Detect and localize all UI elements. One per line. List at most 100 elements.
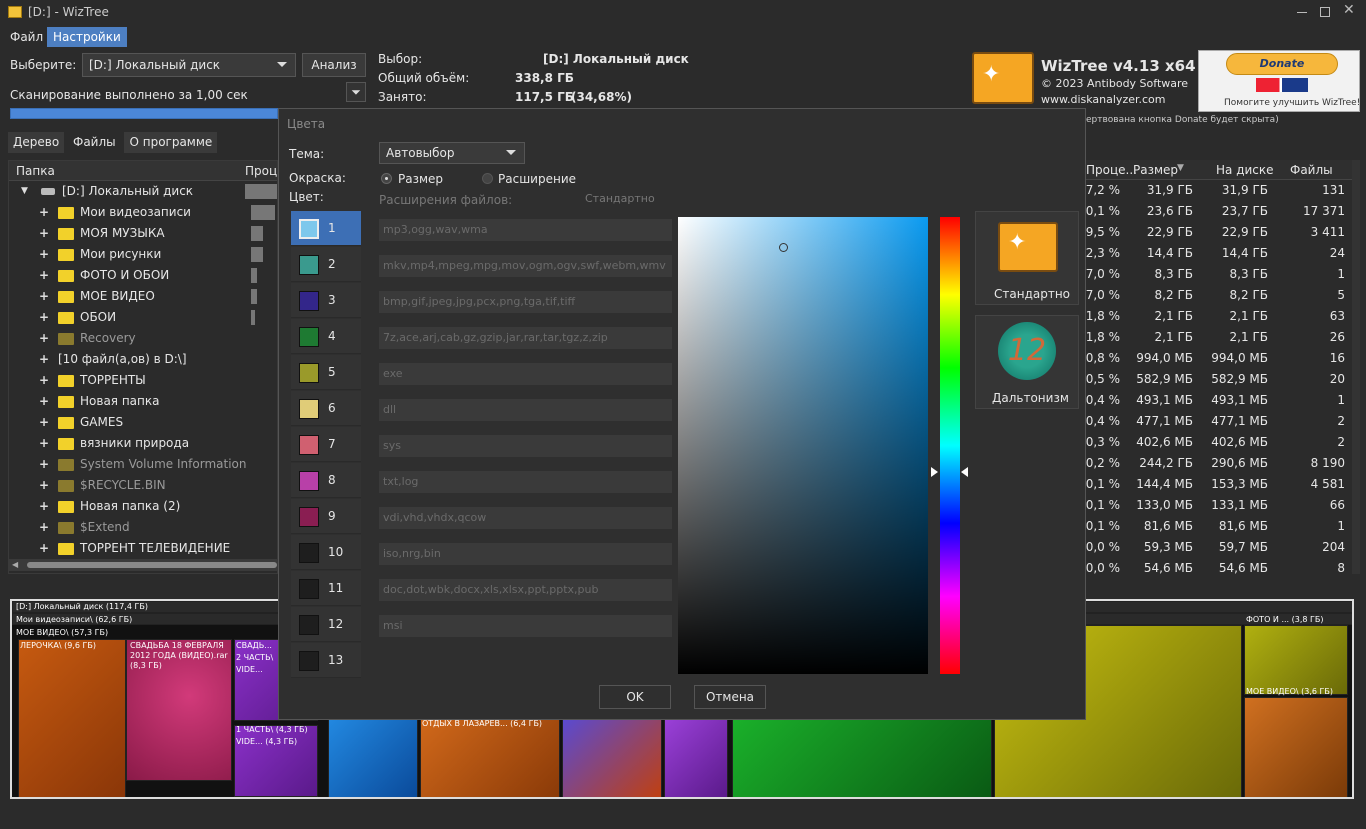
color-swatch-row[interactable]: 12: [291, 607, 361, 642]
expand-icon[interactable]: +: [39, 286, 49, 307]
table-row[interactable]: 0,5 % 582,9 МБ 582,9 МБ 20: [1076, 369, 1360, 390]
color-swatch-row[interactable]: 10: [291, 535, 361, 570]
table-row[interactable]: 12,3 % 14,4 ГБ 14,4 ГБ 24: [1076, 243, 1360, 264]
color-swatch-row[interactable]: 2: [291, 247, 361, 282]
expand-icon[interactable]: +: [39, 454, 49, 475]
tree-row[interactable]: + $Extend: [9, 517, 277, 538]
ok-button[interactable]: OK: [599, 685, 671, 709]
table-row[interactable]: 1,8 % 2,1 ГБ 2,1 ГБ 26: [1076, 327, 1360, 348]
table-row[interactable]: 7,0 % 8,3 ГБ 8,3 ГБ 1: [1076, 264, 1360, 285]
color-swatch[interactable]: [299, 255, 319, 275]
tree-row[interactable]: + ТОРРЕНТЫ: [9, 370, 277, 391]
color-swatch-row[interactable]: 7: [291, 427, 361, 462]
scroll-thumb[interactable]: [27, 562, 277, 568]
table-row[interactable]: 7,0 % 8,2 ГБ 8,2 ГБ 5: [1076, 285, 1360, 306]
table-row[interactable]: 0,2 % 244,2 ГБ 290,6 МБ 8 190: [1076, 453, 1360, 474]
analyze-button[interactable]: Анализ: [302, 53, 366, 77]
drive-select[interactable]: [D:] Локальный диск: [82, 53, 296, 77]
hue-marker-left-icon[interactable]: [931, 467, 938, 477]
expand-icon[interactable]: +: [39, 244, 49, 265]
hue-marker-right-icon[interactable]: [961, 467, 968, 477]
extensions-field[interactable]: exe: [379, 363, 672, 385]
expand-icon[interactable]: +: [39, 496, 49, 517]
extensions-field[interactable]: doc,dot,wbk,docx,xls,xlsx,ppt,pptx,pub: [379, 579, 672, 601]
treemap-block[interactable]: [664, 719, 728, 797]
filter-icon[interactable]: ⏷: [346, 82, 366, 102]
color-swatch[interactable]: [299, 363, 319, 383]
color-swatch-row[interactable]: 5: [291, 355, 361, 390]
treemap-block[interactable]: [1244, 697, 1348, 797]
color-swatch-row[interactable]: 8: [291, 463, 361, 498]
expand-icon[interactable]: +: [39, 475, 49, 496]
expand-icon[interactable]: +: [39, 307, 49, 328]
expand-icon[interactable]: +: [39, 412, 49, 433]
tree-row[interactable]: + Recovery: [9, 328, 277, 349]
treemap-block[interactable]: [18, 639, 126, 797]
treemap-block[interactable]: [732, 719, 992, 797]
table-row[interactable]: 0,1 % 144,4 МБ 153,3 МБ 4 581: [1076, 474, 1360, 495]
extensions-field[interactable]: iso,nrg,bin: [379, 543, 672, 565]
color-swatch-row[interactable]: 13: [291, 643, 361, 678]
tree-row[interactable]: + вязники природа: [9, 433, 277, 454]
grid-vscrollbar[interactable]: [1352, 160, 1360, 574]
extensions-field[interactable]: txt,log: [379, 471, 672, 493]
close-button[interactable]: ✕: [1343, 2, 1355, 18]
hue-slider[interactable]: [940, 217, 960, 674]
table-row[interactable]: 27,2 % 31,9 ГБ 31,9 ГБ 131: [1076, 180, 1360, 201]
col-ondisk-header[interactable]: На диске: [1216, 163, 1274, 177]
expand-icon[interactable]: +: [39, 370, 49, 391]
table-row[interactable]: 1,8 % 2,1 ГБ 2,1 ГБ 63: [1076, 306, 1360, 327]
expand-icon[interactable]: +: [39, 517, 49, 538]
treemap-block[interactable]: [234, 725, 318, 797]
table-row[interactable]: 0,1 % 133,0 МБ 133,1 МБ 66: [1076, 495, 1360, 516]
tree-row[interactable]: + ОБОИ: [9, 307, 277, 328]
extensions-field[interactable]: mkv,mp4,mpeg,mpg,mov,ogm,ogv,swf,webm,wm…: [379, 255, 672, 277]
color-swatch-row[interactable]: 3: [291, 283, 361, 318]
donate-button[interactable]: Donate: [1226, 53, 1338, 75]
tab-files[interactable]: Файлы: [68, 132, 121, 153]
col-percent-header[interactable]: Проце...: [1086, 163, 1137, 177]
menu-settings[interactable]: Настройки: [47, 27, 127, 47]
tree-row[interactable]: + МОЕ ВИДЕО: [9, 286, 277, 307]
color-swatch-row[interactable]: 4: [291, 319, 361, 354]
table-row[interactable]: 0,3 % 402,6 МБ 402,6 МБ 2: [1076, 432, 1360, 453]
scroll-left-icon[interactable]: ◀: [12, 560, 18, 569]
color-swatch-row[interactable]: 11: [291, 571, 361, 606]
col-percent[interactable]: Проц: [245, 164, 277, 178]
expand-icon[interactable]: +: [39, 433, 49, 454]
expand-icon[interactable]: +: [39, 349, 49, 370]
tree-row[interactable]: + Мои видеозаписи: [9, 202, 277, 223]
extensions-field[interactable]: msi: [379, 615, 672, 637]
table-row[interactable]: 0,0 % 59,3 МБ 59,7 МБ 204: [1076, 537, 1360, 558]
color-swatch-row[interactable]: 9: [291, 499, 361, 534]
col-files-header[interactable]: Файлы: [1290, 163, 1333, 177]
preset-standard-button[interactable]: ✦ Стандартно: [975, 211, 1079, 305]
tree-row[interactable]: + System Volume Information: [9, 454, 277, 475]
color-swatch[interactable]: [299, 291, 319, 311]
col-size-header[interactable]: Размер: [1133, 163, 1178, 177]
expand-icon[interactable]: +: [39, 328, 49, 349]
theme-select[interactable]: Автовыбор: [379, 142, 525, 164]
tree-row[interactable]: + [10 файл(а,ов) в D:\]: [9, 349, 277, 370]
extensions-field[interactable]: sys: [379, 435, 672, 457]
preset-colorblind-button[interactable]: 12 Дальтонизм: [975, 315, 1079, 409]
table-row[interactable]: 20,1 % 23,6 ГБ 23,7 ГБ 17 371: [1076, 201, 1360, 222]
table-row[interactable]: 19,5 % 22,9 ГБ 22,9 ГБ 3 411: [1076, 222, 1360, 243]
saturation-value-picker[interactable]: [678, 217, 928, 674]
tree-row[interactable]: + GAMES: [9, 412, 277, 433]
tree-row[interactable]: + ФОТО И ОБОИ: [9, 265, 277, 286]
color-swatch[interactable]: [299, 219, 319, 239]
tab-about[interactable]: О программе: [124, 132, 218, 153]
color-swatch[interactable]: [299, 615, 319, 635]
color-swatch[interactable]: [299, 399, 319, 419]
color-swatch[interactable]: [299, 435, 319, 455]
maximize-button[interactable]: [1320, 7, 1330, 17]
tree-row[interactable]: ▼ [D:] Локальный диск: [9, 181, 277, 202]
extensions-field[interactable]: bmp,gif,jpeg,jpg,pcx,png,tga,tif,tiff: [379, 291, 672, 313]
color-swatch[interactable]: [299, 543, 319, 563]
treemap-block[interactable]: [562, 719, 662, 797]
tree-row[interactable]: + ТОРРЕНТ ТЕЛЕВИДЕНИЕ: [9, 538, 277, 559]
table-row[interactable]: 0,4 % 493,1 МБ 493,1 МБ 1: [1076, 390, 1360, 411]
treemap-block[interactable]: [420, 719, 560, 797]
tree-hscrollbar[interactable]: ◀: [9, 559, 277, 571]
